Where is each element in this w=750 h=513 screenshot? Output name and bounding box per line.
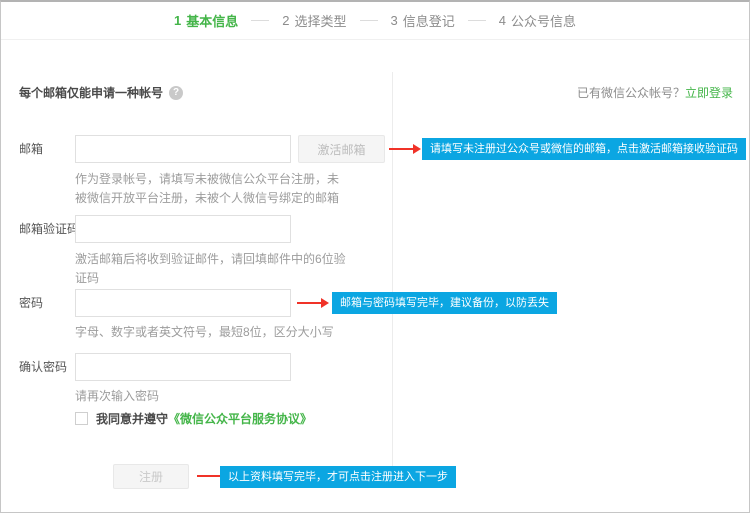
agreement-checkbox[interactable] <box>75 412 88 425</box>
agreement-text: 我同意并遵守《微信公众平台服务协议》 <box>96 410 312 427</box>
registration-page: 1 基本信息 2 选择类型 3 信息登记 4 公众号信息 每个邮箱仅能申请一种帐… <box>0 0 750 513</box>
confirm-password-input[interactable] <box>75 353 291 381</box>
email-help-text: 作为登录帐号，请填写未被微信公众平台注册，未被微信开放平台注册，未被个人微信号绑… <box>75 170 347 208</box>
email-annotation-tooltip: 请填写未注册过公众号或微信的邮箱，点击激活邮箱接收验证码 <box>422 138 746 160</box>
step-label: 基本信息 <box>186 11 238 30</box>
step-basic-info: 1 基本信息 <box>174 11 238 30</box>
step-separator <box>251 20 269 21</box>
step-separator <box>360 20 378 21</box>
activate-email-button[interactable]: 激活邮箱 <box>298 135 385 163</box>
email-code-label: 邮箱验证码 <box>19 215 79 243</box>
confirm-password-help-text: 请再次输入密码 <box>75 387 347 406</box>
email-limit-note: 每个邮箱仅能申请一种帐号 ? <box>19 84 183 101</box>
note-text: 每个邮箱仅能申请一种帐号 <box>19 84 163 101</box>
step-account-type: 2 选择类型 <box>282 11 346 30</box>
password-help-text: 字母、数字或者英文符号，最短8位，区分大小写 <box>75 323 375 342</box>
login-prompt-text: 已有微信公众帐号？ <box>577 86 685 100</box>
email-label: 邮箱 <box>19 135 43 163</box>
agreement-prefix: 我同意并遵守 <box>96 412 168 426</box>
step-number: 1 <box>174 13 181 28</box>
email-input[interactable] <box>75 135 291 163</box>
step-account-info: 4 公众号信息 <box>499 11 576 30</box>
email-code-help-text: 激活邮箱后将收到验证邮件，请回填邮件中的6位验证码 <box>75 250 347 288</box>
red-arrow-icon <box>389 144 421 154</box>
stepper: 1 基本信息 2 选择类型 3 信息登记 4 公众号信息 <box>1 2 749 40</box>
register-annotation-tooltip: 以上资料填写完毕，才可点击注册进入下一步 <box>220 466 456 488</box>
step-number: 2 <box>282 13 289 28</box>
password-input[interactable] <box>75 289 291 317</box>
step-number: 4 <box>499 13 506 28</box>
register-button[interactable]: 注册 <box>113 464 189 489</box>
vertical-divider <box>392 72 393 484</box>
step-label: 选择类型 <box>294 11 346 30</box>
step-label: 公众号信息 <box>511 11 576 30</box>
help-icon[interactable]: ? <box>169 86 183 100</box>
confirm-password-label: 确认密码 <box>19 353 67 381</box>
password-annotation-tooltip: 邮箱与密码填写完毕，建议备份，以防丢失 <box>332 292 557 314</box>
password-label: 密码 <box>19 289 43 317</box>
step-info-registration: 3 信息登记 <box>391 11 455 30</box>
email-code-input[interactable] <box>75 215 291 243</box>
step-number: 3 <box>391 13 398 28</box>
step-label: 信息登记 <box>403 11 455 30</box>
step-separator <box>468 20 486 21</box>
service-agreement-link[interactable]: 《微信公众平台服务协议》 <box>168 412 312 426</box>
red-arrow-icon <box>297 298 329 308</box>
login-now-link[interactable]: 立即登录 <box>685 86 733 100</box>
existing-account-prompt: 已有微信公众帐号？立即登录 <box>577 84 733 101</box>
